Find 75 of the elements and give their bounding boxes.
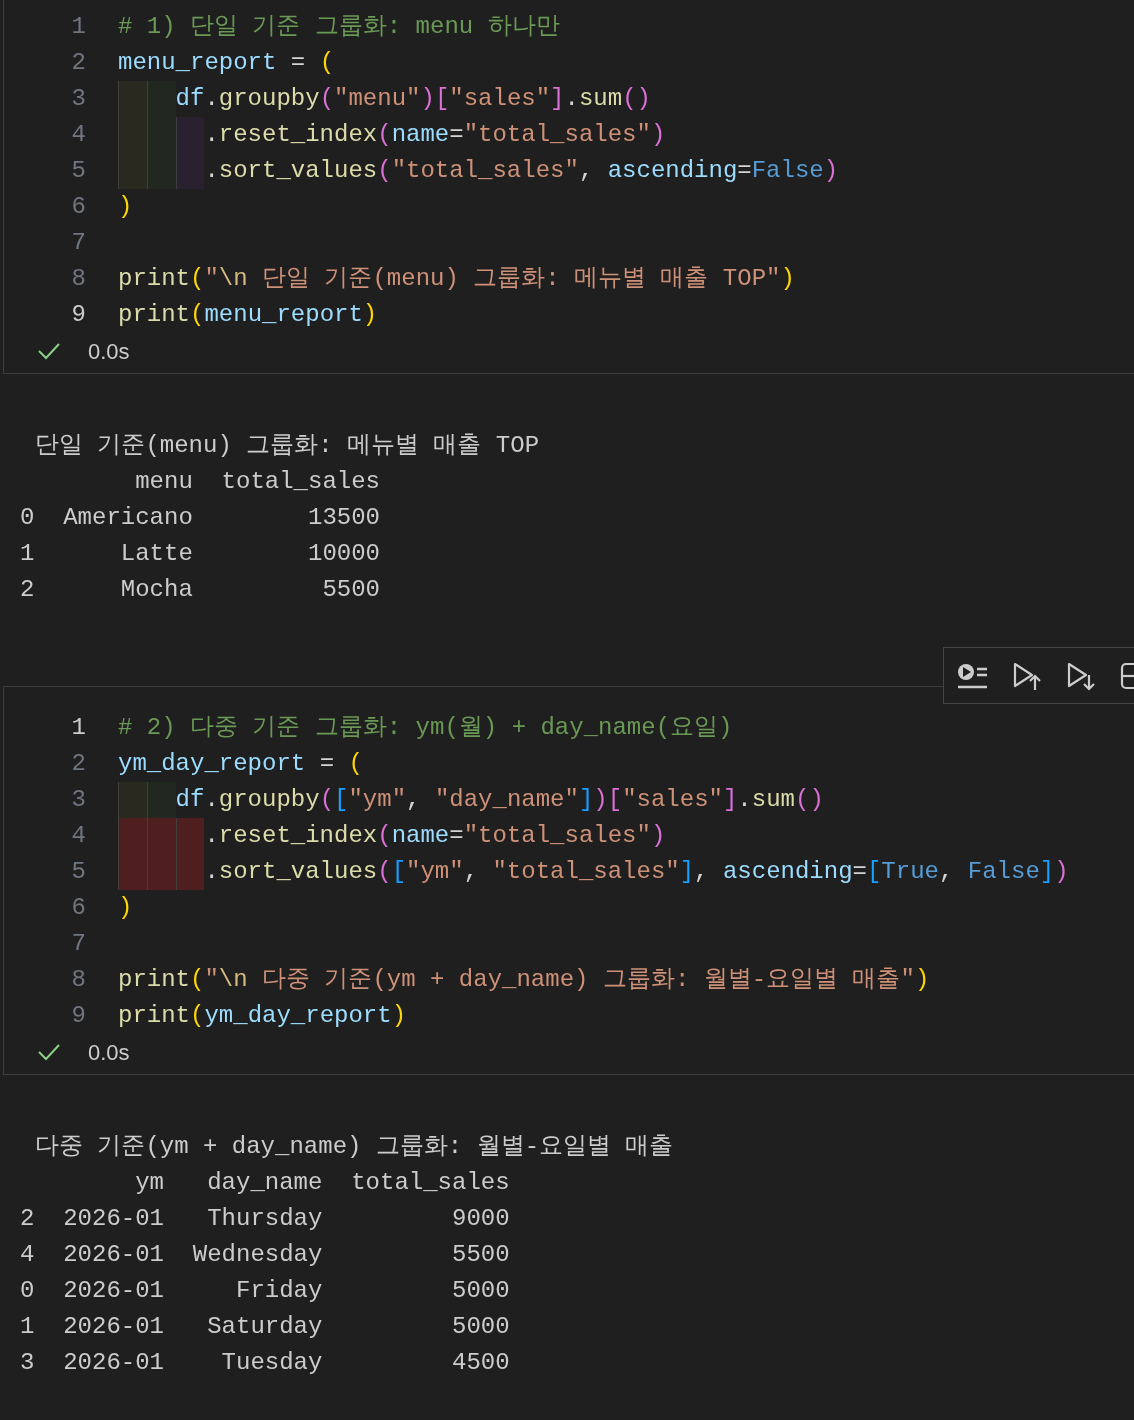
line-number: 5 bbox=[70, 857, 86, 887]
line-number: 5 bbox=[70, 156, 86, 186]
line-number: 8 bbox=[70, 965, 86, 995]
table-cell-text: 5500 bbox=[451, 1240, 510, 1270]
row-index: 0 bbox=[20, 503, 35, 533]
row-index: 1 bbox=[20, 1312, 35, 1342]
table-cell-text: 5000 bbox=[451, 1276, 510, 1306]
line-number: 6 bbox=[70, 893, 86, 923]
line-number: 4 bbox=[70, 821, 86, 851]
table-cell-text: 2026-01 bbox=[63, 1312, 164, 1342]
table-cell-text: 5500 bbox=[321, 575, 380, 605]
line-number: 9 bbox=[70, 1001, 86, 1031]
line-number: 2 bbox=[70, 749, 86, 779]
code-line: print(menu_report) bbox=[118, 300, 378, 330]
run-by-line-icon[interactable] bbox=[956, 661, 990, 690]
code-line: .reset_index(name="total_sales") bbox=[204, 821, 666, 851]
row-index: 0 bbox=[20, 1276, 35, 1306]
line-number: 8 bbox=[70, 264, 86, 294]
table-cell-text: 2026-01 bbox=[63, 1276, 164, 1306]
table-cell-text: Wednesday bbox=[192, 1240, 323, 1270]
table-cell-text: 2026-01 bbox=[63, 1240, 164, 1270]
line-number: 1 bbox=[70, 12, 86, 42]
table-cell-text: Mocha bbox=[119, 575, 193, 605]
row-index: 2 bbox=[20, 575, 35, 605]
code-line: # 1) 단일 기준 그룹화: menu 하나만 bbox=[118, 12, 560, 42]
execution-time: 0.0s bbox=[88, 1038, 130, 1067]
table-cell-text: Friday bbox=[235, 1276, 323, 1306]
panel-icon[interactable] bbox=[1120, 660, 1134, 691]
row-index: 2 bbox=[20, 1204, 35, 1234]
row-index: 3 bbox=[20, 1348, 35, 1378]
code-line: .reset_index(name="total_sales") bbox=[204, 120, 666, 150]
table-cell-text: 2026-01 bbox=[63, 1204, 164, 1234]
row-index: 1 bbox=[20, 539, 35, 569]
table-cell-text: Tuesday bbox=[220, 1348, 323, 1378]
output-text: 다중 기준(ym + day_name) 그룹화: 월별-요일별 매출 bbox=[34, 1132, 675, 1162]
code-line: .sort_values(["ym", "total_sales"], ascending=[True, False]) bbox=[204, 857, 1069, 887]
line-number: 9 bbox=[70, 300, 86, 330]
line-number: 1 bbox=[70, 713, 86, 743]
line-number: 3 bbox=[70, 84, 86, 114]
line-number: 7 bbox=[70, 228, 86, 258]
line-number: 3 bbox=[70, 785, 86, 815]
column-header: total_sales bbox=[221, 467, 380, 497]
line-number: 6 bbox=[70, 192, 86, 222]
table-cell-text: 2026-01 bbox=[63, 1348, 164, 1378]
output-text: 단일 기준(menu) 그룹화: 메뉴별 매출 TOP bbox=[34, 431, 541, 461]
column-header: day_name bbox=[206, 1168, 323, 1198]
row-index: 4 bbox=[20, 1240, 35, 1270]
table-cell-text: 4500 bbox=[451, 1348, 510, 1378]
line-number: 4 bbox=[70, 120, 86, 150]
code-line: df.groupby("menu")["sales"].sum() bbox=[175, 84, 651, 114]
code-line: print(ym_day_report) bbox=[118, 1001, 407, 1031]
table-cell-text: Thursday bbox=[206, 1204, 323, 1234]
code-line: ) bbox=[118, 893, 133, 923]
code-line: ) bbox=[118, 192, 133, 222]
column-header: total_sales bbox=[351, 1168, 510, 1198]
column-header: ym bbox=[134, 1168, 164, 1198]
line-number: 7 bbox=[70, 929, 86, 959]
code-line: ym_day_report = ( bbox=[118, 749, 363, 779]
table-cell-text: Americano bbox=[63, 503, 193, 533]
table-cell-text: 10000 bbox=[307, 539, 380, 569]
line-number: 2 bbox=[70, 48, 86, 78]
table-cell-text: Saturday bbox=[206, 1312, 323, 1342]
code-line: print("\n 단일 기준(menu) 그룹화: 메뉴별 매출 TOP") bbox=[118, 264, 795, 294]
code-line: print("\n 다중 기준(ym + day_name) 그룹화: 월별-요일별 매출") bbox=[118, 965, 930, 995]
table-cell-text: 13500 bbox=[307, 503, 380, 533]
table-cell-text: Latte bbox=[119, 539, 193, 569]
column-header: menu bbox=[134, 467, 193, 497]
code-line: menu_report = ( bbox=[118, 48, 335, 78]
table-cell-text: 5000 bbox=[451, 1312, 510, 1342]
table-cell-text: 9000 bbox=[451, 1204, 510, 1234]
execution-time: 0.0s bbox=[88, 337, 130, 366]
run-below-icon[interactable] bbox=[1066, 660, 1098, 691]
code-line: .sort_values("total_sales", ascending=False) bbox=[204, 156, 839, 186]
code-line: df.groupby(["ym", "day_name"])["sales"].sum() bbox=[175, 785, 824, 815]
code-line: # 2) 다중 기준 그룹화: ym(월) + day_name(요일) bbox=[118, 713, 733, 743]
